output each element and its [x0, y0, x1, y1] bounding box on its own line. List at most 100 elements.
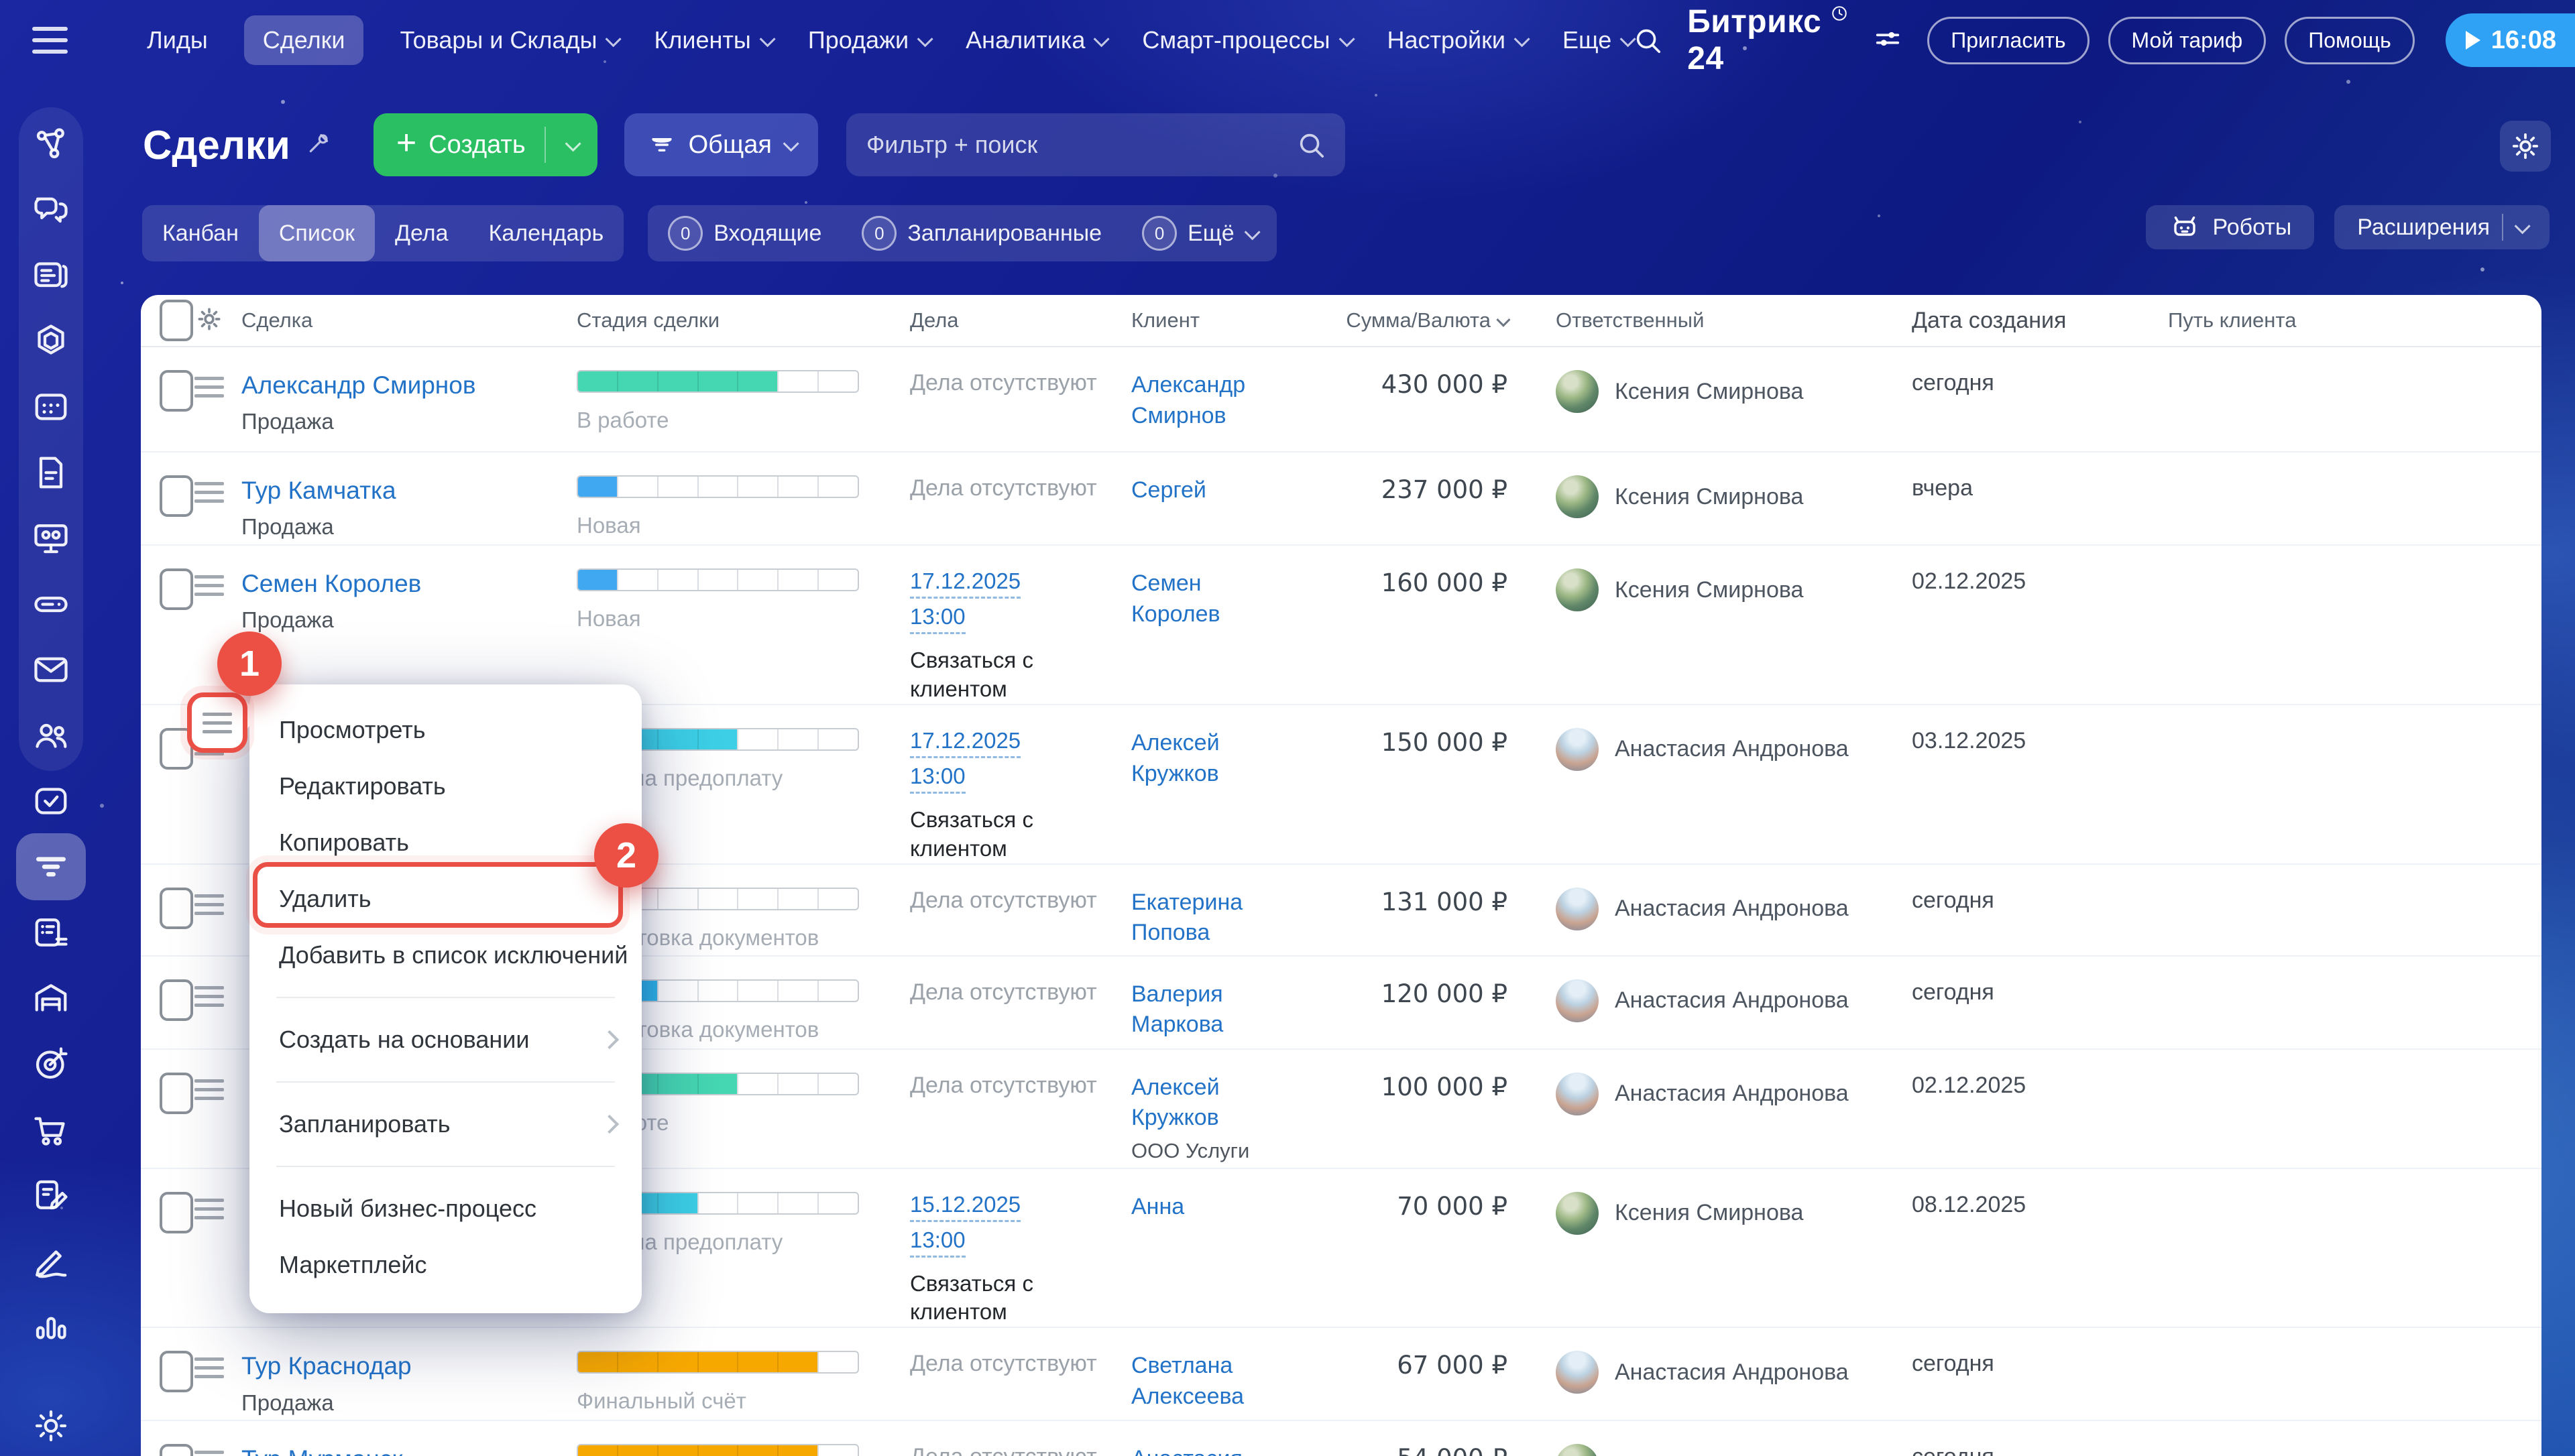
client-link[interactable]: Александр Смирнов — [1131, 370, 1283, 432]
pin-icon[interactable] — [305, 130, 332, 160]
row-checkbox[interactable] — [141, 546, 194, 610]
filter-search-input[interactable] — [864, 130, 1296, 160]
row-menu-button[interactable] — [194, 347, 241, 398]
row-checkbox[interactable] — [141, 452, 194, 517]
row-menu-button[interactable] — [194, 1328, 241, 1379]
topbar-button-2[interactable]: Мой тариф — [2108, 16, 2267, 64]
filter-search-box[interactable] — [846, 113, 1345, 176]
client-link[interactable]: Екатерина Попова — [1131, 888, 1283, 949]
top-menu-item-4[interactable]: Клиенты — [654, 26, 776, 54]
client-link[interactable]: Алексей Кружков — [1131, 1073, 1283, 1134]
column-header-client-path[interactable]: Путь клиента — [2153, 308, 2541, 332]
context-menu-item-новый-бизнес-процесс[interactable]: Новый бизнес-процесс — [249, 1180, 642, 1237]
top-menu-item-1[interactable]: Лиды — [147, 26, 208, 54]
row-checkbox[interactable] — [141, 1050, 194, 1114]
column-header-client[interactable]: Клиент — [1113, 308, 1294, 332]
robots-button[interactable]: Роботы — [2145, 205, 2315, 249]
counter-tab-2[interactable]: 0 Запланированные — [842, 205, 1122, 261]
client-link[interactable]: Алексей Кружков — [1131, 728, 1283, 790]
column-header-responsible[interactable]: Ответственный — [1536, 308, 1898, 332]
create-deal-button[interactable]: + Создать — [373, 113, 597, 176]
deal-name-link[interactable]: Тур Камчатка — [241, 477, 396, 504]
sliders-icon[interactable] — [1872, 23, 1903, 58]
main-menu-icon[interactable] — [32, 27, 68, 54]
sidebar-item-video-board-icon[interactable] — [30, 517, 72, 560]
sidebar-item-chat-icon[interactable] — [30, 188, 72, 231]
page-settings-gear-button[interactable] — [2500, 121, 2551, 172]
sidebar-item-smart-process-icon[interactable] — [30, 911, 72, 954]
sidebar-item-e-signature-icon[interactable] — [30, 1239, 72, 1282]
sidebar-item-document-icon[interactable] — [30, 451, 72, 494]
deal-name-link[interactable]: Семен Королев — [241, 570, 421, 597]
sidebar-item-share-icon[interactable] — [30, 123, 72, 166]
column-header-created[interactable]: Дата создания — [1898, 308, 2153, 334]
sidebar-item-news-feed-icon[interactable] — [30, 254, 72, 297]
client-link[interactable]: Семен Королев — [1131, 568, 1283, 630]
counter-tab-3[interactable]: 0 Ещё — [1122, 205, 1277, 261]
activity-date-link[interactable]: 15.12.2025 — [910, 1192, 1021, 1222]
sidebar-item-settings-gear-icon[interactable] — [30, 1404, 72, 1447]
context-menu-item-просмотреть[interactable]: Просмотреть — [249, 702, 642, 758]
funnel-selector[interactable]: Общая — [624, 113, 818, 176]
activity-time-link[interactable]: 13:00 — [910, 604, 966, 634]
sidebar-item-tasks-check-icon[interactable] — [30, 780, 72, 823]
row-checkbox[interactable] — [141, 957, 194, 1021]
stage-cell[interactable]: Новая — [570, 452, 892, 538]
topbar-button-3[interactable]: Помощь — [2285, 16, 2415, 64]
client-link[interactable]: Сергей — [1131, 475, 1206, 506]
worktime-button[interactable]: 16:08 — [2445, 13, 2575, 67]
sidebar-item-calendar-icon[interactable] — [30, 385, 72, 428]
top-menu-item-8[interactable]: Настройки — [1387, 26, 1530, 54]
activity-time-link[interactable]: 13:00 — [910, 764, 966, 794]
view-tab-3[interactable]: Дела — [375, 205, 469, 261]
top-menu-item-2[interactable]: Сделки — [243, 15, 364, 65]
search-icon[interactable] — [1632, 23, 1663, 58]
row-checkbox[interactable] — [141, 1328, 194, 1393]
stage-cell[interactable]: Финальный счёт — [570, 1328, 892, 1414]
counter-tab-1[interactable]: 0 Входящие — [648, 205, 842, 261]
sidebar-item-hexagon-icon[interactable] — [30, 320, 72, 363]
activity-date-link[interactable]: 17.12.2025 — [910, 568, 1021, 599]
top-menu-item-9[interactable]: Еще — [1562, 26, 1636, 54]
context-menu-item-редактировать[interactable]: Редактировать — [249, 758, 642, 814]
deal-name-link[interactable]: Тур Краснодар — [241, 1352, 412, 1380]
sidebar-item-shop-cart-icon[interactable] — [30, 1108, 72, 1151]
stage-cell[interactable]: В работе — [570, 347, 892, 433]
row-menu-button[interactable] — [194, 865, 241, 915]
extensions-chevron[interactable] — [2514, 217, 2531, 234]
select-all-checkbox[interactable] — [141, 300, 194, 341]
row-menu-button[interactable] — [194, 1050, 241, 1100]
activity-time-link[interactable]: 13:00 — [910, 1227, 966, 1258]
client-link[interactable]: Анна — [1131, 1192, 1184, 1223]
column-header-sum[interactable]: Сумма/Валюта — [1294, 308, 1536, 332]
view-tab-2[interactable]: Список — [258, 205, 375, 261]
top-menu-item-6[interactable]: Аналитика — [966, 26, 1110, 54]
sidebar-item-analytics-chart-icon[interactable] — [30, 1305, 72, 1347]
sidebar-item-drive-icon[interactable] — [30, 583, 72, 625]
row-checkbox[interactable] — [141, 1421, 194, 1456]
top-menu-item-3[interactable]: Товары и Склады — [400, 26, 622, 54]
top-menu-item-5[interactable]: Продажи — [808, 26, 933, 54]
client-link[interactable]: Анастасия Костылева — [1131, 1444, 1283, 1456]
sidebar-item-marketing-target-icon[interactable] — [30, 1042, 72, 1085]
column-header-activities[interactable]: Дела — [892, 308, 1113, 332]
activity-date-link[interactable]: 17.12.2025 — [910, 728, 1021, 758]
column-header-stage[interactable]: Стадия сделки — [570, 308, 892, 332]
row-menu-button[interactable] — [194, 1169, 241, 1219]
row-menu-button[interactable] — [194, 957, 241, 1007]
context-menu-item-добавить-в-список-исключений[interactable]: Добавить в список исключений — [249, 927, 642, 983]
view-tab-4[interactable]: Календарь — [469, 205, 624, 261]
extensions-button[interactable]: Расширения — [2334, 205, 2550, 249]
stage-cell[interactable]: Новая — [570, 546, 892, 631]
row-checkbox[interactable] — [141, 865, 194, 929]
context-menu-item-удалить[interactable]: Удалить — [249, 871, 642, 927]
sidebar-item-crm-funnel-icon[interactable] — [30, 845, 72, 888]
top-menu-item-7[interactable]: Смарт-процессы — [1142, 26, 1355, 54]
client-link[interactable]: Светлана Алексеева — [1131, 1351, 1283, 1412]
table-settings-gear-icon[interactable] — [194, 304, 241, 337]
sidebar-item-warehouse-icon[interactable] — [30, 977, 72, 1020]
create-dropdown-chevron[interactable] — [546, 135, 597, 151]
row-menu-button[interactable] — [194, 1421, 241, 1456]
sidebar-item-document-sign-icon[interactable] — [30, 1174, 72, 1217]
context-menu-item-копировать[interactable]: Копировать — [249, 814, 642, 871]
